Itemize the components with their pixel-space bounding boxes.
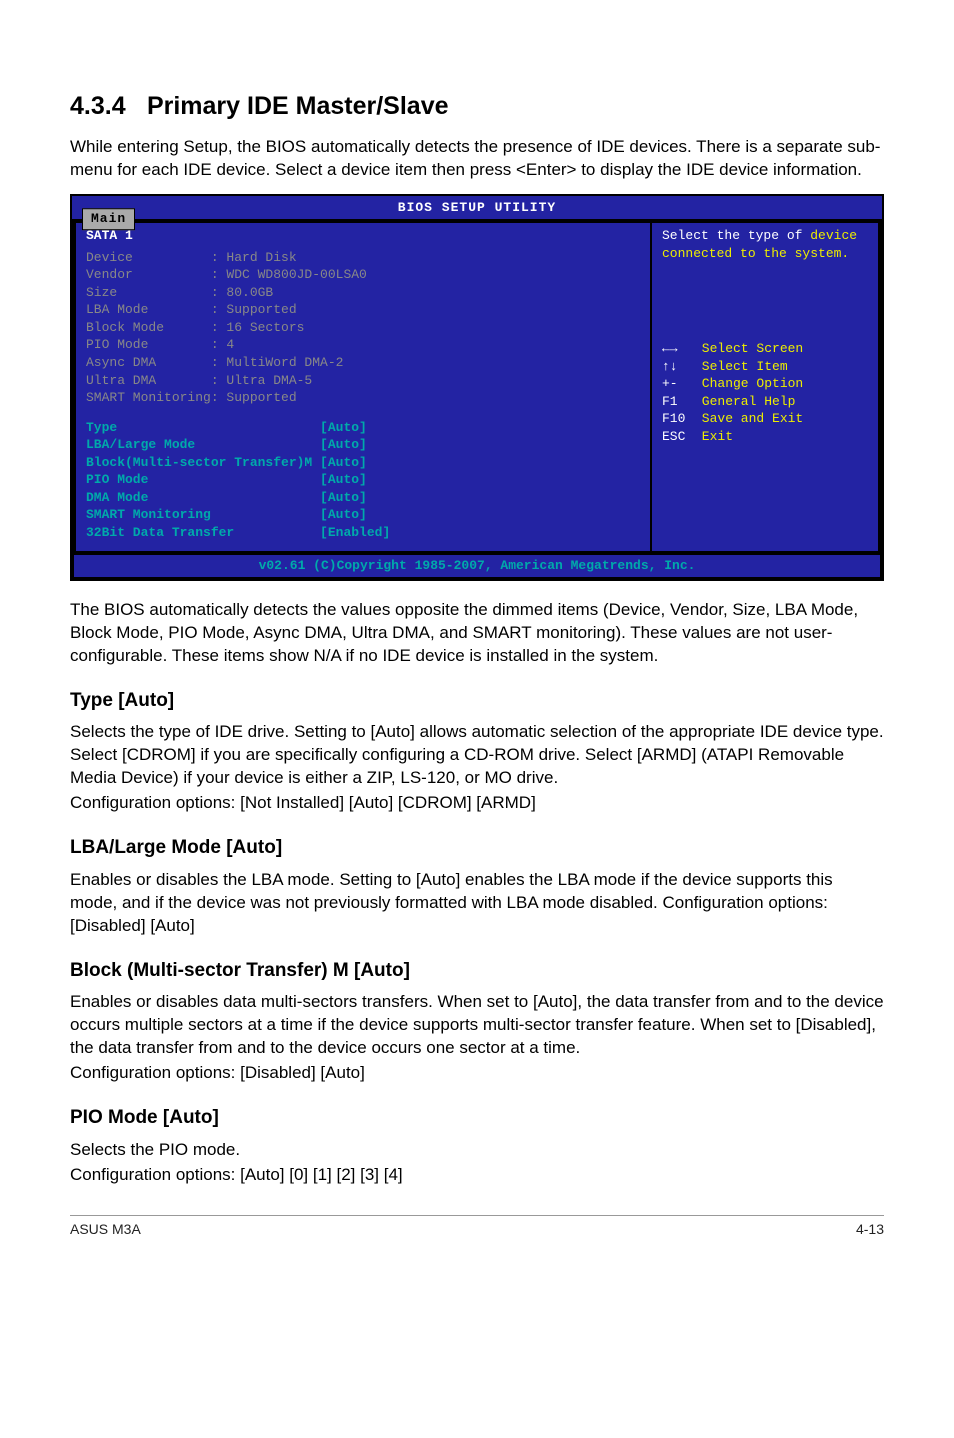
detected-row: Vendor : WDC WD800JD-00LSA0: [86, 266, 640, 284]
pio-config: Configuration options: [Auto] [0] [1] [2…: [70, 1164, 884, 1187]
footer-rule: [70, 1215, 884, 1216]
type-config: Configuration options: [Not Installed] […: [70, 792, 884, 815]
bios-left-pane: SATA 1 Device : Hard DiskVendor : WDC WD…: [74, 221, 650, 553]
bios-title-text: BIOS SETUP UTILITY: [398, 200, 556, 215]
bios-title-bar: BIOS SETUP UTILITY Main: [72, 196, 882, 220]
footer-right: 4-13: [856, 1220, 884, 1239]
block-config: Configuration options: [Disabled] [Auto]: [70, 1062, 884, 1085]
pio-line1: Selects the PIO mode.: [70, 1139, 884, 1162]
section-title: Primary IDE Master/Slave: [147, 92, 449, 120]
bios-right-pane: Select the type of device connected to t…: [650, 221, 880, 553]
lba-heading: LBA/Large Mode [Auto]: [70, 835, 884, 861]
pio-heading: PIO Mode [Auto]: [70, 1105, 884, 1131]
bios-active-tab[interactable]: Main: [82, 208, 135, 230]
section-heading: 4.3.4 Primary IDE Master/Slave: [70, 90, 884, 124]
legend-row: ESC Exit: [662, 428, 868, 446]
legend-row: F1 General Help: [662, 393, 868, 411]
after-bios-paragraph: The BIOS automatically detects the value…: [70, 599, 884, 668]
detected-row: PIO Mode : 4: [86, 336, 640, 354]
section-number: 4.3.4: [70, 90, 140, 124]
setting-row[interactable]: LBA/Large Mode [Auto]: [86, 436, 640, 454]
setting-row[interactable]: DMA Mode [Auto]: [86, 489, 640, 507]
legend-row: ←→ Select Screen: [662, 340, 868, 358]
setting-row[interactable]: 32Bit Data Transfer [Enabled]: [86, 524, 640, 542]
setting-row[interactable]: SMART Monitoring [Auto]: [86, 506, 640, 524]
detected-row: Device : Hard Disk: [86, 249, 640, 267]
legend-row: ↑↓ Select Item: [662, 358, 868, 376]
legend-row: +- Change Option: [662, 375, 868, 393]
detected-row: Size : 80.0GB: [86, 284, 640, 302]
detected-row: Block Mode : 16 Sectors: [86, 319, 640, 337]
bios-copyright: v02.61 (C)Copyright 1985-2007, American …: [72, 555, 882, 579]
bios-panel: BIOS SETUP UTILITY Main SATA 1 Device : …: [70, 194, 884, 581]
setting-row[interactable]: Type [Auto]: [86, 419, 640, 437]
bios-legend: ←→ Select Screen↑↓ Select Item+- Change …: [662, 340, 868, 445]
setting-row[interactable]: Block(Multi-sector Transfer)M [Auto]: [86, 454, 640, 472]
page-footer: ASUS M3A 4-13: [70, 1220, 884, 1239]
type-paragraph: Selects the type of IDE drive. Setting t…: [70, 721, 884, 790]
legend-row: F10 Save and Exit: [662, 410, 868, 428]
detected-row: LBA Mode : Supported: [86, 301, 640, 319]
lba-paragraph: Enables or disables the LBA mode. Settin…: [70, 869, 884, 938]
detected-row: Ultra DMA : Ultra DMA-5: [86, 372, 640, 390]
setting-row[interactable]: PIO Mode [Auto]: [86, 471, 640, 489]
block-paragraph: Enables or disables data multi-sectors t…: [70, 991, 884, 1060]
bios-help-text: Select the type of device connected to t…: [662, 227, 868, 262]
detected-row: SMART Monitoring: Supported: [86, 389, 640, 407]
detected-row: Async DMA : MultiWord DMA-2: [86, 354, 640, 372]
type-heading: Type [Auto]: [70, 688, 884, 714]
block-heading: Block (Multi-sector Transfer) M [Auto]: [70, 958, 884, 984]
sata-header: SATA 1: [86, 227, 640, 245]
footer-left: ASUS M3A: [70, 1220, 141, 1239]
intro-paragraph: While entering Setup, the BIOS automatic…: [70, 136, 884, 182]
